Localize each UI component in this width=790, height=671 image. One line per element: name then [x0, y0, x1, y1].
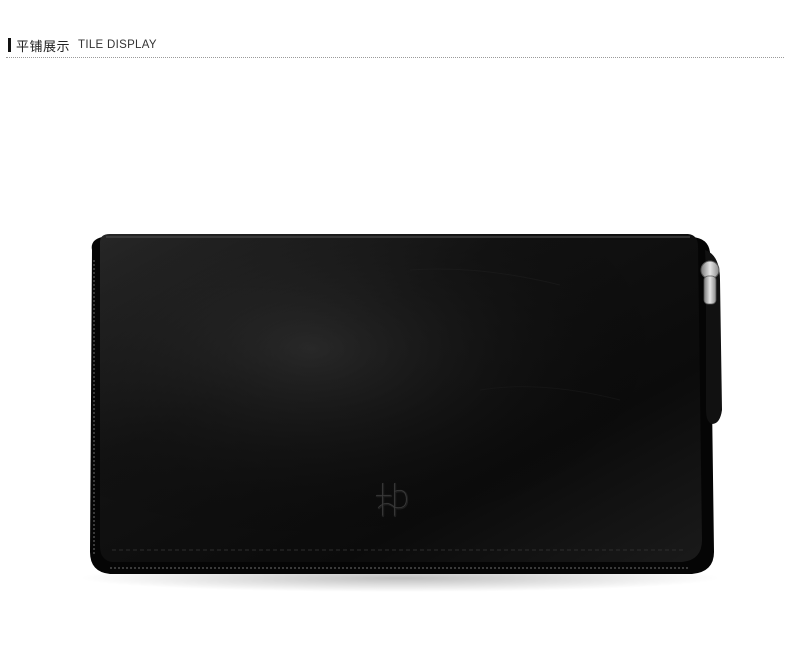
- header-title-cn: 平铺展示: [16, 39, 71, 55]
- wallet-illustration: [80, 234, 722, 592]
- zipper-slider: [703, 275, 717, 305]
- header-title-en: TILE DISPLAY: [78, 39, 157, 51]
- header-accent-bar: [8, 38, 11, 52]
- header-divider: [6, 57, 784, 58]
- section-header: 平铺展示 TILE DISPLAY: [8, 36, 157, 55]
- product-photo: [60, 210, 750, 600]
